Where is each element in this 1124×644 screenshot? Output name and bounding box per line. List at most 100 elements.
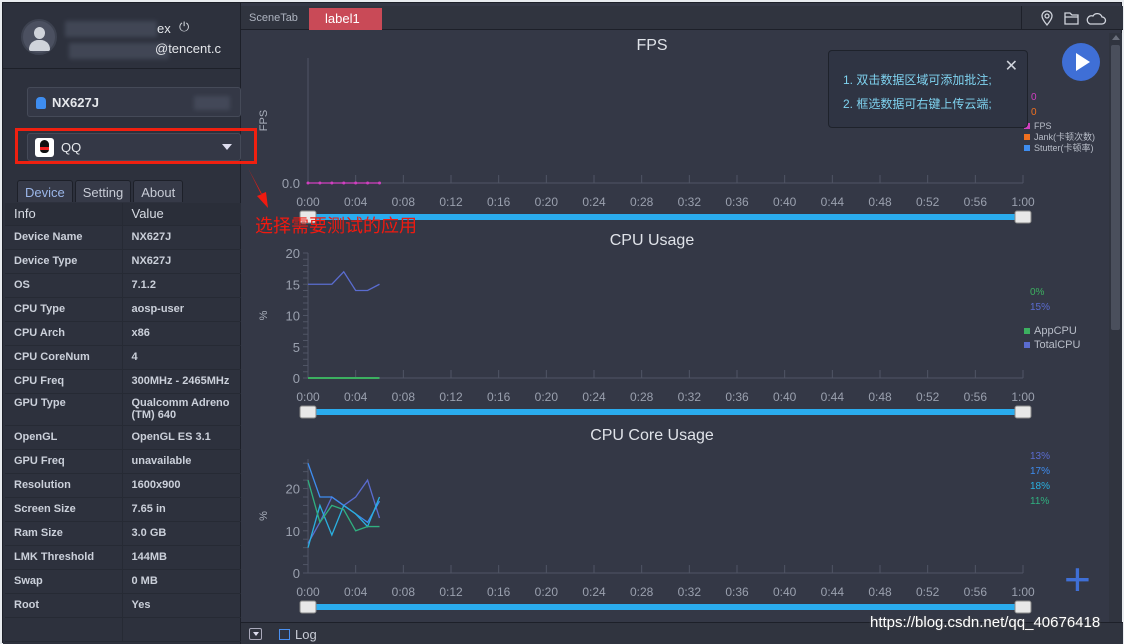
info-label: Swap <box>5 569 123 594</box>
legend-item[interactable]: Stutter(卡顿率) <box>1024 143 1094 154</box>
x-tick-label: 0:00 <box>296 195 320 209</box>
side-tabs: Device Setting About <box>17 180 184 202</box>
x-tick-label: 0:52 <box>916 585 940 599</box>
table-row: OS 7.1.2 <box>5 273 241 298</box>
info-value: aosp-user <box>122 297 241 322</box>
vertical-scrollbar[interactable] <box>1109 33 1122 623</box>
legend-swatch <box>1024 134 1030 140</box>
info-value: Qualcomm Adreno (TM) 640 <box>122 393 241 426</box>
avatar[interactable] <box>21 19 57 55</box>
x-tick-label: 0:12 <box>439 195 463 209</box>
slider-handle[interactable] <box>299 405 317 419</box>
x-tick-label: 0:56 <box>964 585 988 599</box>
power-icon[interactable]: ⏻ <box>179 19 189 35</box>
x-tick-label: 0:48 <box>868 390 892 404</box>
x-tick-label: 0:56 <box>964 195 988 209</box>
redacted-email <box>69 43 169 59</box>
legend-label: TotalCPU <box>1034 339 1081 351</box>
fps-point <box>330 181 334 185</box>
x-tick-label: 0:24 <box>582 585 606 599</box>
tab-device[interactable]: Device <box>17 180 73 202</box>
user-panel: ex ⏻ @tencent.c <box>3 3 240 69</box>
info-label: CPU Freq <box>5 369 123 394</box>
scroll-up-icon[interactable] <box>1112 35 1120 40</box>
current-value: 13% <box>1030 451 1051 462</box>
legend-swatch <box>1024 342 1030 348</box>
x-tick-label: 0:00 <box>296 390 320 404</box>
expand-log-button[interactable] <box>249 628 262 640</box>
table-row: Device Type NX627J <box>5 249 241 274</box>
x-tick-label: 0:36 <box>725 390 749 404</box>
x-tick-label: 0:32 <box>678 585 702 599</box>
info-label: Screen Size <box>5 497 123 522</box>
table-row: CPU Arch x86 <box>5 321 241 346</box>
slider-handle[interactable] <box>299 600 317 614</box>
x-tick-label: 0:52 <box>916 195 940 209</box>
info-label: GPU Freq <box>5 449 123 474</box>
table-row: Resolution 1600x900 <box>5 473 241 498</box>
log-checkbox[interactable] <box>279 629 290 640</box>
scrollbar-thumb[interactable] <box>1111 45 1120 330</box>
info-value: 0 MB <box>122 569 241 594</box>
info-value: unavailable <box>122 449 241 474</box>
cpu-y-axis-label: % <box>258 310 270 320</box>
info-value: 1600x900 <box>122 473 241 498</box>
table-row: GPU Freq unavailable <box>5 449 241 474</box>
x-tick-label: 0:48 <box>868 585 892 599</box>
x-tick-label: 0:24 <box>582 195 606 209</box>
column-header-info: Info <box>5 203 123 226</box>
legend-swatch <box>1024 145 1030 151</box>
info-value: 4 <box>122 345 241 370</box>
x-tick-label: 0:08 <box>392 390 416 404</box>
x-tick-label: 0:48 <box>868 195 892 209</box>
fps-y-axis-label: FPS <box>258 110 270 131</box>
x-tick-label: 0:04 <box>344 585 368 599</box>
redacted-name <box>65 21 157 37</box>
close-icon[interactable]: ✕ <box>1005 55 1018 79</box>
fps-point <box>378 181 381 185</box>
core-series-line <box>307 463 381 524</box>
fps-point <box>342 181 346 185</box>
info-label: CPU Arch <box>5 321 123 346</box>
cpu-range-slider[interactable] <box>308 409 1023 415</box>
slider-handle[interactable] <box>1014 600 1032 614</box>
legend-item[interactable]: Jank(卡顿次数) <box>1024 132 1095 143</box>
info-label: OpenGL <box>5 425 123 450</box>
x-tick-label: 0:08 <box>392 195 416 209</box>
info-value: 7.1.2 <box>122 273 241 298</box>
x-tick-label: 0:08 <box>392 585 416 599</box>
info-label: GPU Type <box>5 393 123 426</box>
watermark: https://blog.csdn.net/qq_40676418 <box>870 614 1101 631</box>
legend-item[interactable]: TotalCPU <box>1024 340 1080 351</box>
play-button[interactable] <box>1062 43 1100 81</box>
slider-handle[interactable] <box>1014 405 1032 419</box>
x-tick-label: 0:40 <box>773 390 797 404</box>
y-tick-label: 5 <box>293 340 300 355</box>
core-range-slider[interactable] <box>308 604 1023 610</box>
legend-swatch <box>1024 328 1030 334</box>
table-row: Root Yes <box>5 593 241 618</box>
tab-about[interactable]: About <box>133 180 184 202</box>
info-label: Root <box>5 593 123 618</box>
x-tick-label: 0:28 <box>630 195 654 209</box>
x-tick-label: 0:16 <box>487 195 511 209</box>
hint-tooltip: ✕ 1. 双击数据区域可添加批注; 2. 框选数据可右键上传云端; <box>828 50 1028 128</box>
info-value: 7.65 in <box>122 497 241 522</box>
core-y-axis-label: % <box>258 511 270 521</box>
info-value: 144MB <box>122 545 241 570</box>
device-selector[interactable]: NX627J <box>27 87 241 117</box>
core-series-line <box>307 496 381 548</box>
app-window: ex ⏻ @tencent.c NX627J QQ Device Setting… <box>2 2 1123 644</box>
x-tick-label: 0:20 <box>535 585 559 599</box>
x-tick-label: 0:24 <box>582 390 606 404</box>
device-name: NX627J <box>52 95 99 110</box>
hint-line-1: 1. 双击数据区域可添加批注; <box>843 73 992 87</box>
x-tick-label: 0:28 <box>630 585 654 599</box>
legend-item[interactable]: FPS <box>1024 121 1052 132</box>
add-chart-button[interactable]: + <box>1064 556 1091 602</box>
tab-setting[interactable]: Setting <box>74 180 132 202</box>
legend-item[interactable]: AppCPU <box>1024 326 1077 337</box>
slider-handle[interactable] <box>1014 210 1032 224</box>
info-value: Yes <box>122 593 241 618</box>
fps-point <box>318 181 322 185</box>
